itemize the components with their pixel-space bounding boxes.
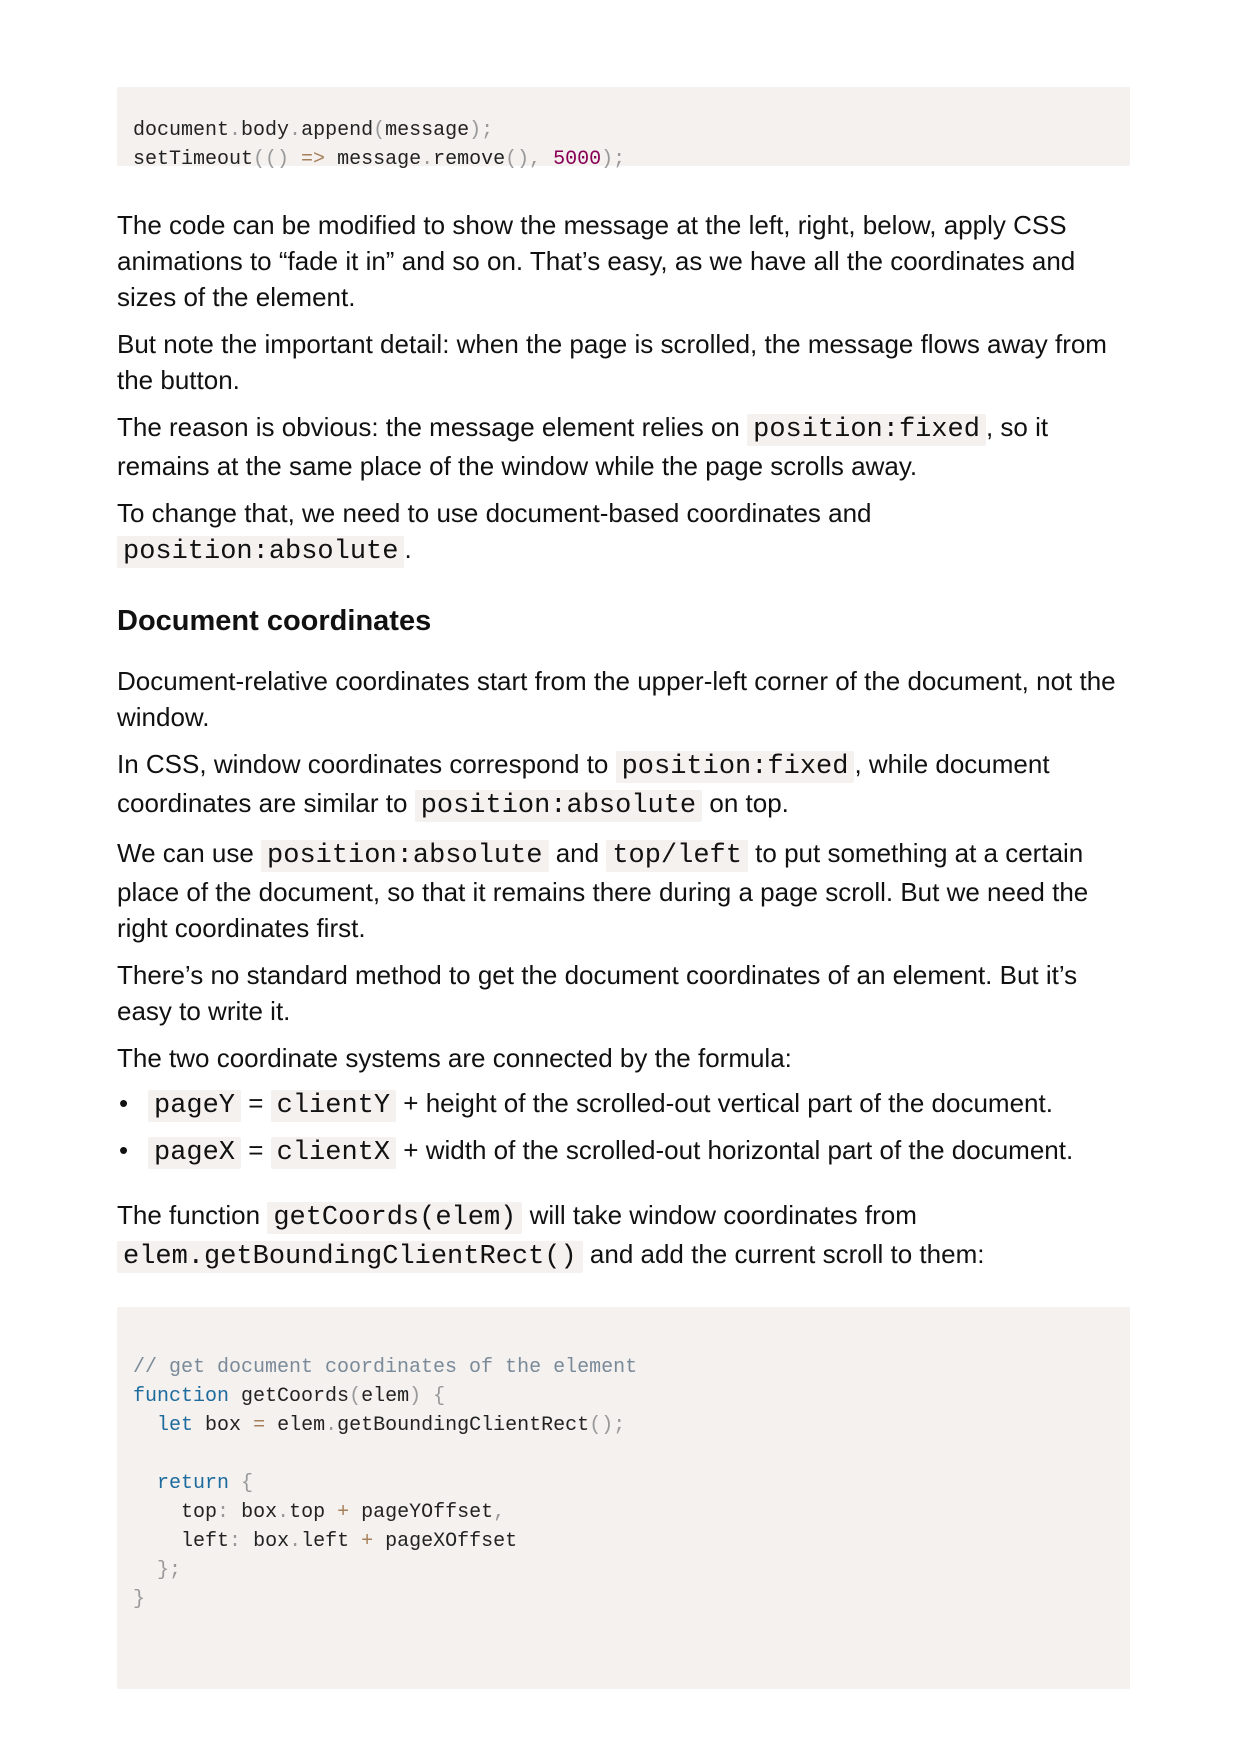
code-line: left: box.left + pageXOffset: [181, 1530, 518, 1553]
paragraph-text: The function: [117, 1200, 268, 1230]
list-text: + width of the scrolled-out horizontal p…: [396, 1135, 1074, 1165]
code-line: let box = elem.getBoundingClientRect();: [157, 1414, 626, 1437]
paragraph-text: and: [548, 838, 607, 868]
inline-code: getCoords(elem): [267, 1202, 523, 1234]
code-comment: // get document coordinates of the eleme…: [133, 1356, 638, 1379]
paragraph-text: To change that, we need to use document-…: [117, 498, 872, 528]
inline-code: position:absolute: [414, 790, 703, 822]
document-page: document.body.append(message); setTimeout…: [117, 87, 1130, 1689]
code-token: body: [241, 119, 290, 142]
code-token: remove: [433, 148, 506, 171]
code-line: return {: [157, 1472, 254, 1495]
paragraph: The reason is obvious: the message eleme…: [117, 409, 1130, 484]
inline-code: pageX: [148, 1137, 242, 1169]
code-token: left: [181, 1530, 230, 1553]
code-token: top: [289, 1501, 326, 1524]
paragraph: But note the important detail: when the …: [117, 329, 1107, 395]
code-token: elem: [361, 1385, 410, 1408]
paragraph: The code can be modified to show the mes…: [117, 210, 1076, 312]
paragraph: To change that, we need to use document-…: [117, 495, 1130, 570]
section-heading: Document coordinates: [117, 605, 432, 637]
code-keyword: function: [133, 1385, 230, 1408]
paragraph-text: and add the current scroll to them:: [582, 1239, 985, 1269]
code-token: message: [337, 148, 422, 171]
code-token: elem: [277, 1414, 326, 1437]
bullet-icon: •: [119, 1088, 129, 1118]
code-keyword: let: [157, 1414, 194, 1437]
paragraph-text: In CSS, window coordinates correspond to: [117, 749, 616, 779]
paragraph: Document-relative coordinates start from…: [117, 666, 1116, 732]
code-token: 5000: [553, 148, 602, 171]
code-token: box: [241, 1501, 278, 1524]
code-line: }: [133, 1588, 146, 1611]
list-text: + height of the scrolled-out vertical pa…: [396, 1088, 1053, 1118]
code-token: append: [301, 119, 374, 142]
code-block-append-message: document.body.append(message); setTimeout…: [117, 87, 1130, 171]
paragraph-text: We can use: [117, 838, 262, 868]
paragraph: In CSS, window coordinates correspond to…: [117, 746, 1130, 824]
paragraph: The function getCoords(elem) will take w…: [117, 1197, 1130, 1275]
code-block-get-coords: // get document coordinates of the eleme…: [117, 1307, 1130, 1689]
code-token: pageYOffset: [361, 1501, 494, 1524]
code-keyword: return: [157, 1472, 230, 1495]
paragraph-text: The reason is obvious: the message eleme…: [117, 412, 748, 442]
paragraph: The two coordinate systems are connected…: [117, 1043, 792, 1073]
code-token: getBoundingClientRect: [337, 1414, 590, 1437]
inline-code: top/left: [606, 840, 748, 872]
list-item: • pageX = clientX + width of the scrolled…: [117, 1132, 1130, 1171]
code-line: document.body.append(message);: [133, 119, 494, 142]
inline-code: pageY: [148, 1090, 242, 1122]
code-line: };: [157, 1559, 182, 1582]
code-token: left: [301, 1530, 350, 1553]
code-line: function getCoords(elem) {: [133, 1385, 446, 1408]
inline-code: position:absolute: [261, 840, 549, 872]
paragraph-text: on top.: [702, 788, 789, 818]
inline-code: position:absolute: [117, 536, 405, 568]
list-text: =: [241, 1135, 271, 1165]
bullet-icon: •: [119, 1135, 129, 1165]
code-token: setTimeout: [133, 148, 254, 171]
list-item: • pageY = clientY + height of the scrolle…: [117, 1085, 1130, 1124]
code-token: box: [205, 1414, 242, 1437]
paragraph: We can use position:absolute and top/lef…: [117, 835, 1130, 946]
code-token: top: [181, 1501, 218, 1524]
inline-code: elem.getBoundingClientRect(): [117, 1241, 583, 1273]
inline-code: position:fixed: [747, 414, 986, 446]
code-token: message: [385, 119, 470, 142]
code-line: top: box.top + pageYOffset,: [181, 1501, 506, 1524]
formula-list: • pageY = clientY + height of the scrolle…: [117, 1085, 1130, 1171]
code-token: getCoords: [241, 1385, 350, 1408]
code-token: pageXOffset: [385, 1530, 518, 1553]
inline-code: clientX: [270, 1137, 397, 1169]
list-text: =: [241, 1088, 271, 1118]
paragraph-text: .: [404, 534, 412, 564]
paragraph-text: will take window coordinates from: [522, 1200, 917, 1230]
code-line: // get document coordinates of the eleme…: [133, 1353, 1114, 1382]
code-token: box: [253, 1530, 290, 1553]
code-token: document: [133, 119, 230, 142]
paragraph: There’s no standard method to get the do…: [117, 960, 1078, 1026]
inline-code: clientY: [270, 1090, 397, 1122]
inline-code: position:fixed: [615, 751, 855, 783]
code-token: =>: [301, 148, 326, 171]
